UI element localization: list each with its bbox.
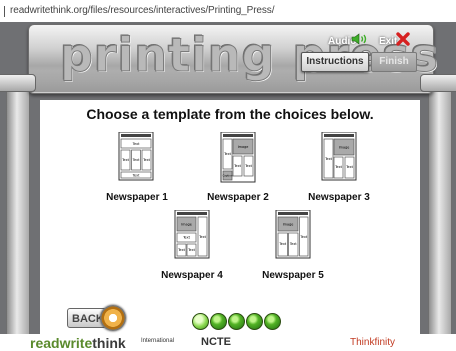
back-gear-icon[interactable] xyxy=(100,305,126,331)
template-newspaper-3[interactable]: Text Image Text Text Newspaper 3 xyxy=(290,132,388,206)
right-column-decoration xyxy=(428,82,452,351)
svg-text:Text: Text xyxy=(324,157,333,161)
browser-address-bar[interactable]: readwritethink.org/files/resources/inter… xyxy=(0,0,456,23)
app-window: printing press Audio Exit Instructions F… xyxy=(0,22,456,351)
svg-text:Text: Text xyxy=(121,158,130,162)
text-caret xyxy=(4,6,5,17)
svg-text:Text: Text xyxy=(187,248,196,252)
partner-footer: readwritethink International NCTE Thinkf… xyxy=(0,334,456,351)
speaker-icon[interactable] xyxy=(351,32,371,46)
progress-steps xyxy=(192,313,282,331)
svg-text:Text: Text xyxy=(244,164,253,168)
template-label: Newspaper 2 xyxy=(207,192,269,203)
svg-text:Image: Image xyxy=(283,223,294,227)
ncte-logo[interactable]: NCTE xyxy=(201,336,231,348)
template-4-thumbnail: Image Text Text Text Text xyxy=(174,210,210,259)
instructions-button[interactable]: Instructions xyxy=(301,52,369,72)
svg-text:Text: Text xyxy=(132,174,141,178)
svg-text:Text: Text xyxy=(177,248,186,252)
thumb-text: Text xyxy=(132,142,141,146)
svg-text:Text: Text xyxy=(334,165,343,169)
readwritethink-logo[interactable]: readwritethink xyxy=(30,335,126,351)
template-5-thumbnail: Image Text Text Text xyxy=(275,210,311,259)
svg-text:Text: Text xyxy=(299,235,308,239)
page-heading: Choose a template from the choices below… xyxy=(86,106,374,122)
template-1-thumbnail: Text Text Text Text Text xyxy=(118,132,154,181)
svg-text:Text: Text xyxy=(182,236,191,240)
template-newspaper-5[interactable]: Image Text Text Text Newspaper 5 xyxy=(244,210,342,284)
svg-text:Text: Text xyxy=(223,152,232,156)
svg-text:Text: Text xyxy=(198,235,207,239)
svg-text:Text: Text xyxy=(278,242,287,246)
svg-text:Text: Text xyxy=(289,242,298,246)
svg-text:Text: Text xyxy=(345,165,354,169)
svg-text:Text: Text xyxy=(233,164,242,168)
template-3-thumbnail: Text Image Text Text xyxy=(321,132,357,181)
template-2-thumbnail: Text Image Text Text Caption xyxy=(220,132,256,183)
svg-text:Caption: Caption xyxy=(222,174,232,178)
step-dot-4 xyxy=(246,313,263,330)
step-dot-1 xyxy=(192,313,209,330)
template-label: Newspaper 5 xyxy=(262,270,324,281)
template-label: Newspaper 3 xyxy=(308,192,370,203)
ira-logo[interactable]: International xyxy=(141,338,174,344)
exit-label[interactable]: Exit xyxy=(379,36,397,47)
svg-text:Image: Image xyxy=(339,146,350,150)
template-label: Newspaper 4 xyxy=(161,270,223,281)
svg-text:Text: Text xyxy=(142,158,151,162)
template-newspaper-4[interactable]: Image Text Text Text Text Newspaper 4 xyxy=(143,210,241,284)
svg-text:Image: Image xyxy=(181,223,192,227)
template-newspaper-2[interactable]: Text Image Text Text Caption Newspaper 2 xyxy=(189,132,287,206)
svg-text:Text: Text xyxy=(132,158,141,162)
step-dot-5 xyxy=(264,313,281,330)
finish-button[interactable]: Finish xyxy=(371,52,417,72)
close-icon[interactable] xyxy=(396,32,410,46)
template-label: Newspaper 1 xyxy=(106,192,168,203)
thinkfinity-logo[interactable]: Thinkfinity xyxy=(350,337,395,348)
url-text[interactable]: readwritethink.org/files/resources/inter… xyxy=(10,5,274,16)
svg-text:Image: Image xyxy=(238,145,249,149)
left-scroll-cap xyxy=(0,74,36,92)
template-newspaper-1[interactable]: Text Text Text Text Text Newspaper 1 xyxy=(88,132,186,206)
left-column-decoration xyxy=(6,82,30,351)
step-dot-3 xyxy=(228,313,245,330)
step-dot-2 xyxy=(210,313,227,330)
